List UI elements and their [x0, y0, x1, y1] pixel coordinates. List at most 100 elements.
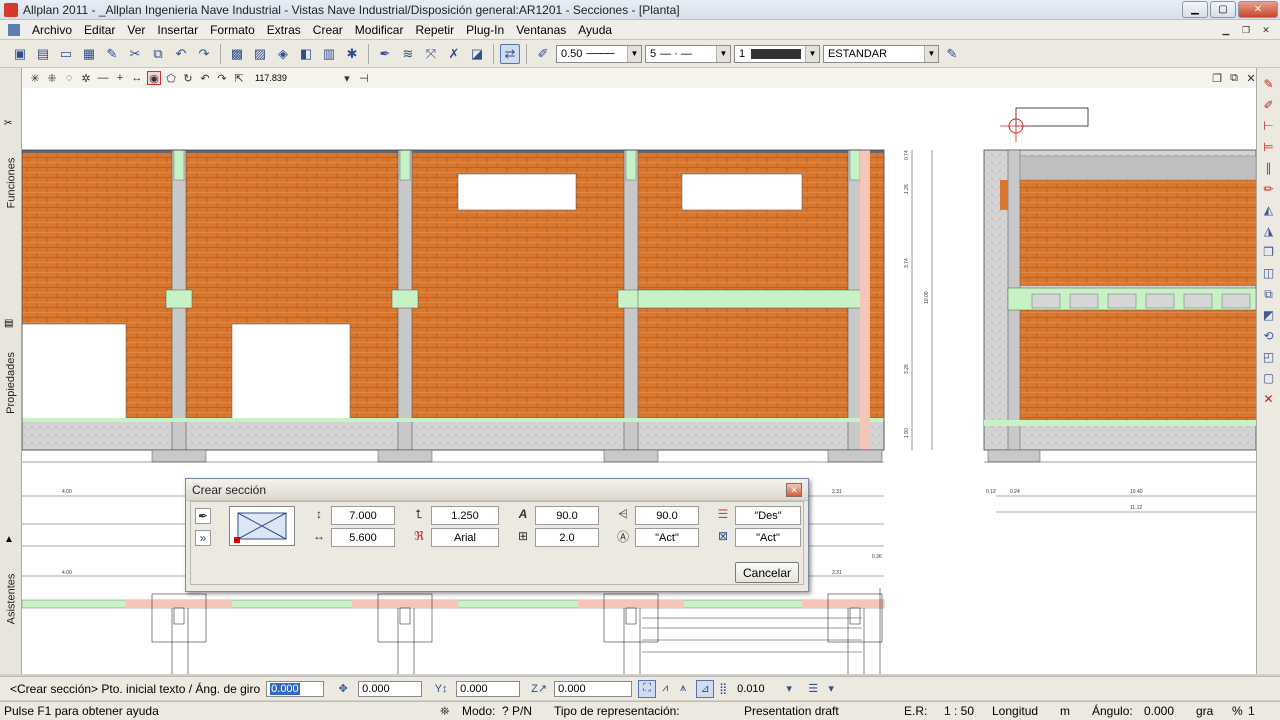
- representation-value[interactable]: Presentation draft: [744, 704, 839, 718]
- pencil-icon[interactable]: ✏: [1261, 181, 1277, 197]
- menu-ventanas[interactable]: Ventanas: [510, 20, 572, 40]
- close-icon[interactable]: ✕: [786, 483, 802, 497]
- mdi-restore-icon[interactable]: ❐: [1238, 23, 1254, 37]
- angle-unit[interactable]: gra: [1196, 704, 1213, 718]
- window-restore-icon[interactable]: ⧉: [1227, 71, 1241, 85]
- scale-icon[interactable]: ◰: [1261, 349, 1277, 365]
- snap-rotate-icon[interactable]: ↻: [181, 71, 195, 85]
- fill-format-select[interactable]: "Act": [735, 528, 801, 547]
- dx-input[interactable]: 0.000: [358, 680, 423, 697]
- print-icon[interactable]: ▦: [79, 44, 99, 64]
- snap-grid-icon[interactable]: ⁜: [45, 71, 59, 85]
- snap-undo-icon[interactable]: ↶: [198, 71, 212, 85]
- menu-modificar[interactable]: Modificar: [349, 20, 410, 40]
- open-project-icon[interactable]: ▣: [10, 44, 30, 64]
- dz-input[interactable]: 0.000: [554, 680, 633, 697]
- line-format-select[interactable]: "Des": [735, 506, 801, 525]
- snap-point-icon[interactable]: ✳: [28, 71, 42, 85]
- layer-select[interactable]: ESTANDAR ▼: [823, 44, 939, 63]
- tab-asistentes[interactable]: ▲ Asistentes: [0, 534, 22, 664]
- text-width-input[interactable]: 5.600: [331, 528, 395, 547]
- angle-input[interactable]: 0.000: [266, 680, 325, 697]
- snap-ortho-icon[interactable]: ⊿: [696, 679, 715, 698]
- close-icon[interactable]: ✕: [1238, 1, 1278, 18]
- menu-extras[interactable]: Extras: [261, 20, 307, 40]
- layers-icon[interactable]: ◩: [1261, 307, 1277, 323]
- chevron-down-icon[interactable]: ▾: [780, 680, 798, 698]
- triangle-icon[interactable]: ◮: [1261, 223, 1277, 239]
- cut-icon[interactable]: ✂: [125, 44, 145, 64]
- snap-redo-icon[interactable]: ↷: [215, 71, 229, 85]
- settings-icon[interactable]: ✱: [342, 44, 362, 64]
- paint-icon[interactable]: ✎: [102, 44, 122, 64]
- slant-input[interactable]: 90.0: [635, 506, 699, 525]
- length-unit[interactable]: m: [1060, 704, 1070, 718]
- select-icon[interactable]: ◪: [467, 44, 487, 64]
- snap-point-icon[interactable]: ⛶: [638, 679, 657, 698]
- menu-plugin[interactable]: Plug-In: [460, 20, 510, 40]
- pen-thickness-select[interactable]: 0.50 ──── ▼: [556, 44, 642, 63]
- tab-propiedades[interactable]: ▤ Propiedades: [0, 318, 22, 448]
- snap-circle-icon[interactable]: ◌: [62, 71, 76, 85]
- pipette-icon[interactable]: ✒: [195, 508, 211, 524]
- mdi-close-icon[interactable]: ✕: [1258, 23, 1274, 37]
- tab-funciones[interactable]: ✂ Funciones: [0, 118, 22, 248]
- menu-ayuda[interactable]: Ayuda: [572, 20, 618, 40]
- snap-line-icon[interactable]: —: [96, 71, 110, 85]
- snap-arrow-icon[interactable]: ↔: [130, 71, 144, 85]
- menu-ver[interactable]: Ver: [121, 20, 151, 40]
- chevron-down-icon[interactable]: ▾: [822, 680, 840, 698]
- pipette-icon[interactable]: ✒: [375, 44, 395, 64]
- snap-angle-icon[interactable]: ⩘: [656, 680, 674, 698]
- view-icon[interactable]: ◧: [296, 44, 316, 64]
- layer-edit-icon[interactable]: ✎: [942, 44, 962, 64]
- text-edit-icon[interactable]: ✐: [1261, 97, 1277, 113]
- scale-value[interactable]: 1 : 50: [944, 704, 974, 718]
- angle-input[interactable]: 90.0: [535, 506, 599, 525]
- plane-icon[interactable]: ▥: [319, 44, 339, 64]
- stack-icon[interactable]: ⧉: [1261, 286, 1277, 302]
- menu-formato[interactable]: Formato: [204, 20, 261, 40]
- menu-insertar[interactable]: Insertar: [151, 20, 204, 40]
- snap-polygon-icon[interactable]: ⬠: [164, 71, 178, 85]
- image-icon[interactable]: ▨: [250, 44, 270, 64]
- transfer-icon[interactable]: ⇄: [500, 43, 520, 64]
- eyedropper-icon[interactable]: ✐: [533, 44, 553, 64]
- dimension-icon[interactable]: ⊢: [1261, 118, 1277, 134]
- font-select[interactable]: Arial: [431, 528, 499, 547]
- rotate-tool-icon[interactable]: ⟲: [1261, 328, 1277, 344]
- color-select[interactable]: 1 ▼: [734, 44, 820, 63]
- menu-archivo[interactable]: Archivo: [26, 20, 78, 40]
- maximize-icon[interactable]: ▢: [1210, 1, 1236, 18]
- mdi-minimize-icon[interactable]: ▁: [1218, 23, 1234, 37]
- document-icon[interactable]: [8, 23, 20, 36]
- snap-star-icon[interactable]: ✲: [79, 71, 93, 85]
- dimension-line-icon[interactable]: ⊨: [1261, 139, 1277, 155]
- spacing-input[interactable]: 1.250: [431, 506, 499, 525]
- snap-plus-icon[interactable]: +: [113, 71, 127, 85]
- save-icon[interactable]: ▤: [33, 44, 53, 64]
- split-icon[interactable]: ◫: [1261, 265, 1277, 281]
- redo-icon[interactable]: ↷: [194, 44, 214, 64]
- dy-input[interactable]: 0.000: [456, 680, 521, 697]
- ratio-input[interactable]: 2.0: [535, 528, 599, 547]
- section-preview[interactable]: [229, 506, 295, 546]
- delete-icon[interactable]: ✕: [1261, 391, 1277, 407]
- undo-icon[interactable]: ↶: [171, 44, 191, 64]
- parallel-icon[interactable]: ∥: [1261, 160, 1277, 176]
- pen-format-select[interactable]: "Act": [635, 528, 699, 547]
- minimize-icon[interactable]: ▁: [1182, 1, 1208, 18]
- chevron-down-icon[interactable]: ▾: [340, 71, 354, 85]
- copy-tool-icon[interactable]: ❐: [1261, 244, 1277, 260]
- line-type-select[interactable]: 5 — · — ▼: [645, 44, 731, 63]
- list-icon[interactable]: ☰: [804, 680, 822, 698]
- snap-triangle-icon[interactable]: ⩚: [674, 680, 692, 698]
- menu-repetir[interactable]: Repetir: [409, 20, 460, 40]
- new-file-icon[interactable]: ▭: [56, 44, 76, 64]
- menu-editar[interactable]: Editar: [78, 20, 121, 40]
- snap-step-value[interactable]: 0.010: [734, 681, 780, 697]
- text-height-input[interactable]: 7.000: [331, 506, 395, 525]
- snap-cursor-icon[interactable]: ⇱: [232, 71, 246, 85]
- menu-crear[interactable]: Crear: [307, 20, 349, 40]
- modify-icon[interactable]: ⤧: [421, 44, 441, 64]
